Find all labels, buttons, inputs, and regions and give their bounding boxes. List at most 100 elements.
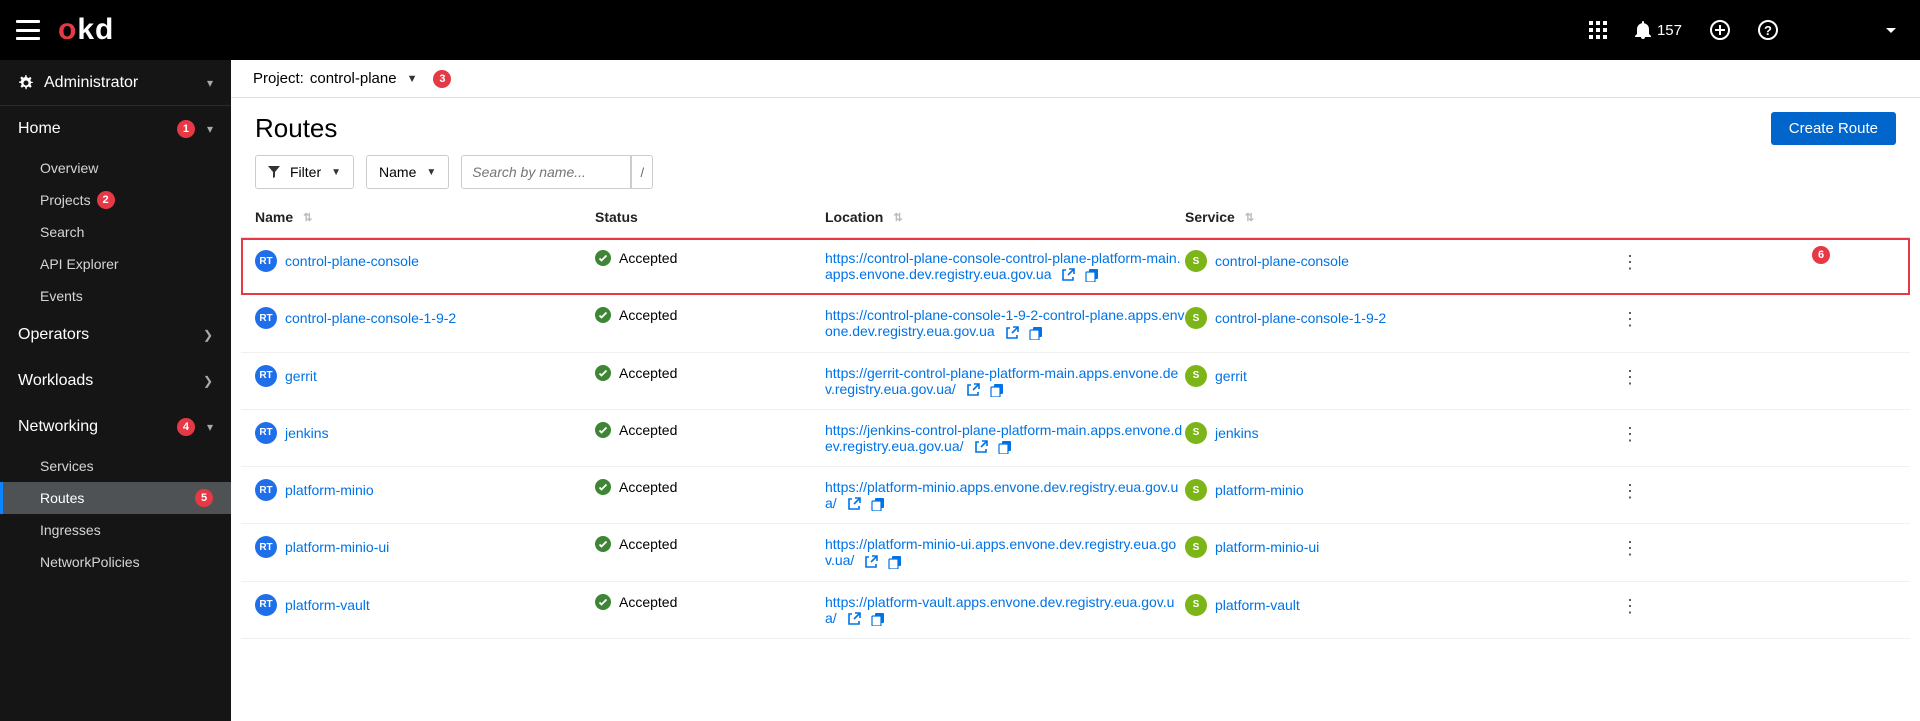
service-cell: Sjenkins: [1185, 422, 1585, 444]
copy-icon[interactable]: [998, 440, 1012, 454]
sidebar: Administrator ▾ Home 1 ▾ Overview Projec…: [0, 60, 231, 721]
kebab-menu[interactable]: ⋮: [1585, 536, 1645, 559]
service-link[interactable]: control-plane-console-1-9-2: [1215, 310, 1386, 326]
kebab-menu[interactable]: ⋮: [1585, 594, 1645, 617]
status-cell: Accepted: [595, 365, 825, 381]
location-link[interactable]: https://control-plane-console-control-pl…: [825, 250, 1181, 282]
s-badge-icon: S: [1185, 594, 1207, 616]
page-title: Routes: [255, 113, 337, 144]
perspective-switcher[interactable]: Administrator ▾: [0, 60, 231, 106]
copy-icon[interactable]: [990, 383, 1004, 397]
check-icon: [595, 594, 611, 610]
service-link[interactable]: control-plane-console: [1215, 253, 1349, 269]
route-link[interactable]: platform-vault: [285, 597, 370, 613]
route-link[interactable]: control-plane-console: [285, 253, 419, 269]
check-icon: [595, 365, 611, 381]
name-dropdown[interactable]: Name ▼: [366, 155, 449, 189]
nav-section-workloads[interactable]: Workloads ❯: [0, 358, 231, 404]
search-wrap: /: [461, 155, 653, 189]
hamburger-icon[interactable]: [16, 20, 40, 40]
location-cell: https://platform-vault.apps.envone.dev.r…: [825, 594, 1185, 626]
sidebar-item-services[interactable]: Services: [0, 450, 231, 482]
chevron-down-icon: [1886, 28, 1896, 33]
copy-icon[interactable]: [888, 555, 902, 569]
sidebar-item-projects[interactable]: Projects2: [0, 184, 231, 216]
search-input[interactable]: [461, 155, 631, 189]
kebab-menu[interactable]: ⋮: [1585, 307, 1645, 330]
project-value: control-plane: [310, 70, 397, 87]
kebab-menu[interactable]: ⋮: [1585, 479, 1645, 502]
route-link[interactable]: control-plane-console-1-9-2: [285, 310, 456, 326]
external-link-icon[interactable]: [864, 555, 878, 569]
sidebar-item-overview[interactable]: Overview: [0, 152, 231, 184]
kebab-menu[interactable]: ⋮: [1585, 250, 1645, 273]
add-icon[interactable]: [1710, 20, 1730, 40]
table-row: RTplatform-minio-uiAcceptedhttps://platf…: [241, 524, 1910, 581]
location-cell: https://control-plane-console-1-9-2-cont…: [825, 307, 1185, 339]
rt-badge-icon: RT: [255, 307, 277, 329]
external-link-icon[interactable]: [1005, 326, 1019, 340]
notifications-button[interactable]: 157: [1635, 21, 1682, 39]
create-route-button[interactable]: Create Route: [1771, 112, 1896, 145]
masthead-right: 157 ?: [1589, 15, 1896, 45]
copy-icon[interactable]: [871, 612, 885, 626]
external-link-icon[interactable]: [847, 497, 861, 511]
callout-badge: 2: [97, 191, 115, 209]
location-cell: https://platform-minio-ui.apps.envone.de…: [825, 536, 1185, 568]
chevron-down-icon: ▼: [426, 167, 436, 178]
brand-logo[interactable]: okd: [58, 13, 114, 47]
copy-icon[interactable]: [1085, 268, 1099, 282]
external-link-icon[interactable]: [974, 440, 988, 454]
apps-icon[interactable]: [1589, 21, 1607, 39]
service-link[interactable]: platform-vault: [1215, 597, 1300, 613]
service-link[interactable]: platform-minio-ui: [1215, 539, 1319, 555]
kebab-menu[interactable]: ⋮: [1585, 365, 1645, 388]
s-badge-icon: S: [1185, 250, 1207, 272]
service-cell: Scontrol-plane-console: [1185, 250, 1585, 272]
kebab-menu[interactable]: ⋮: [1585, 422, 1645, 445]
copy-icon[interactable]: [1029, 326, 1043, 340]
nav-section-operators[interactable]: Operators ❯: [0, 312, 231, 358]
copy-icon[interactable]: [871, 497, 885, 511]
sidebar-item-networkpolicies[interactable]: NetworkPolicies: [0, 546, 231, 578]
sidebar-item-ingresses[interactable]: Ingresses: [0, 514, 231, 546]
status-text: Accepted: [619, 307, 677, 323]
service-link[interactable]: platform-minio: [1215, 482, 1304, 498]
route-link[interactable]: gerrit: [285, 368, 317, 384]
nav-section-networking[interactable]: Networking 4 ▾: [0, 404, 231, 450]
route-link[interactable]: platform-minio: [285, 482, 374, 498]
check-icon: [595, 307, 611, 323]
external-link-icon[interactable]: [847, 612, 861, 626]
th-service[interactable]: Service⇅: [1185, 209, 1585, 225]
callout-badge: 4: [177, 418, 195, 436]
sidebar-item-events[interactable]: Events: [0, 280, 231, 312]
s-badge-icon: S: [1185, 536, 1207, 558]
status-cell: Accepted: [595, 479, 825, 495]
help-icon[interactable]: ?: [1758, 20, 1778, 40]
project-selector[interactable]: Project: control-plane ▼: [253, 70, 417, 87]
perspective-label: Administrator: [44, 74, 197, 92]
table-row: RTcontrol-plane-consoleAcceptedhttps://c…: [241, 238, 1910, 295]
nav-section-home[interactable]: Home 1 ▾: [0, 106, 231, 152]
callout-badge: 1: [177, 120, 195, 138]
route-name-cell: RTplatform-vault: [255, 594, 595, 616]
sidebar-item-search[interactable]: Search: [0, 216, 231, 248]
th-location[interactable]: Location⇅: [825, 209, 1185, 225]
routes-table: Name⇅ Status Location⇅ Service⇅ RTcontro…: [231, 197, 1920, 639]
status-text: Accepted: [619, 479, 677, 495]
location-cell: https://control-plane-console-control-pl…: [825, 250, 1185, 282]
route-link[interactable]: jenkins: [285, 425, 329, 441]
shell: Administrator ▾ Home 1 ▾ Overview Projec…: [0, 60, 1920, 721]
route-link[interactable]: platform-minio-ui: [285, 539, 389, 555]
sidebar-item-api-explorer[interactable]: API Explorer: [0, 248, 231, 280]
service-link[interactable]: jenkins: [1215, 425, 1259, 441]
th-name[interactable]: Name⇅: [255, 209, 595, 225]
filter-dropdown[interactable]: Filter ▼: [255, 155, 354, 189]
s-badge-icon: S: [1185, 422, 1207, 444]
service-link[interactable]: gerrit: [1215, 368, 1247, 384]
external-link-icon[interactable]: [966, 383, 980, 397]
external-link-icon[interactable]: [1061, 268, 1075, 282]
user-menu[interactable]: [1806, 15, 1896, 45]
s-badge-icon: S: [1185, 307, 1207, 329]
sidebar-item-routes[interactable]: Routes5: [0, 482, 231, 514]
